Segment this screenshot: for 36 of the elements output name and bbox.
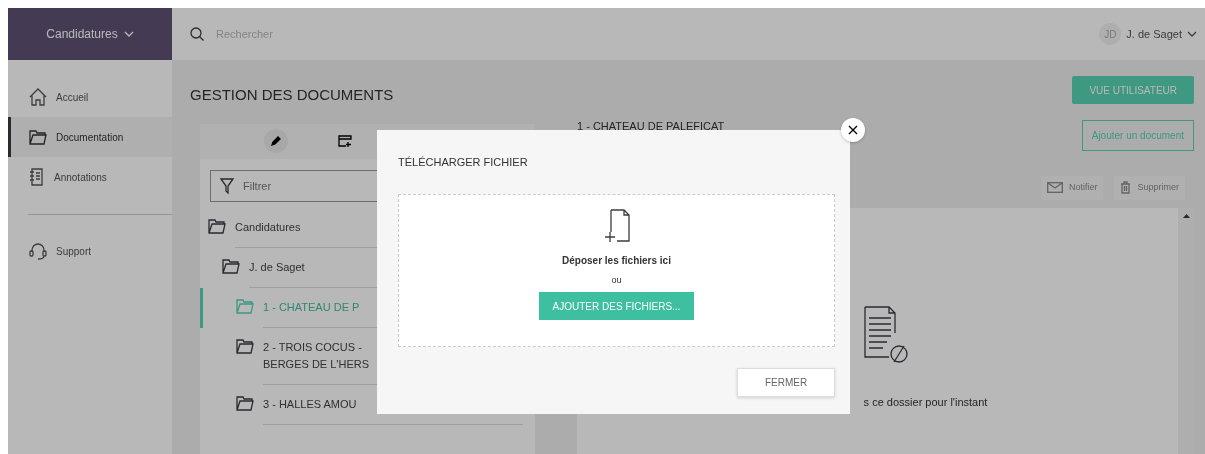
document-icon (29, 168, 45, 186)
filter-icon (220, 177, 234, 194)
headset-icon (29, 242, 47, 260)
close-button[interactable] (841, 118, 865, 142)
search-icon (190, 27, 204, 41)
envelope-icon (1046, 182, 1063, 193)
folder-plus-icon (338, 135, 352, 147)
pencil-icon (271, 136, 281, 146)
chevron-down-icon (1187, 31, 1197, 37)
close-icon (848, 125, 858, 135)
folder-icon (208, 218, 226, 234)
home-icon (29, 88, 47, 106)
or-label: ou (611, 273, 622, 287)
page-title: GESTION DES DOCUMENTS (190, 85, 394, 105)
folder-icon (236, 338, 254, 354)
close-dialog-button[interactable]: FERMER (737, 367, 835, 397)
sidebar-item[interactable]: Annotations (8, 157, 172, 197)
file-plus-icon (602, 208, 631, 243)
folder-icon (222, 258, 240, 274)
drop-hint: Déposer les fichiers ici (562, 253, 671, 268)
folder-icon (236, 298, 254, 314)
trash-icon (1120, 181, 1132, 194)
folder-title: 1 - CHATEAU DE PALEFICAT (577, 118, 725, 134)
drop-zone[interactable]: Déposer les fichiers ici ou AJOUTER DES FICHIERS... (398, 193, 835, 347)
folder-icon (29, 129, 47, 145)
sidebar-item[interactable]: Accueil (8, 77, 172, 117)
edit-button[interactable] (264, 129, 288, 153)
empty-folder-message: s ce dossier pour l'instant (862, 394, 988, 410)
chevron-down-icon (123, 31, 134, 37)
dialog-title: TÉLÉCHARGER FICHIER (398, 155, 529, 170)
sidebar-item[interactable]: Documentation (8, 117, 172, 157)
folder-icon (236, 395, 254, 411)
scroll-up-icon (1182, 213, 1190, 218)
no-document-icon (862, 305, 909, 366)
workspace-dropdown[interactable]: Candidatures (8, 8, 172, 60)
sidebar-item[interactable]: Support (8, 231, 172, 271)
